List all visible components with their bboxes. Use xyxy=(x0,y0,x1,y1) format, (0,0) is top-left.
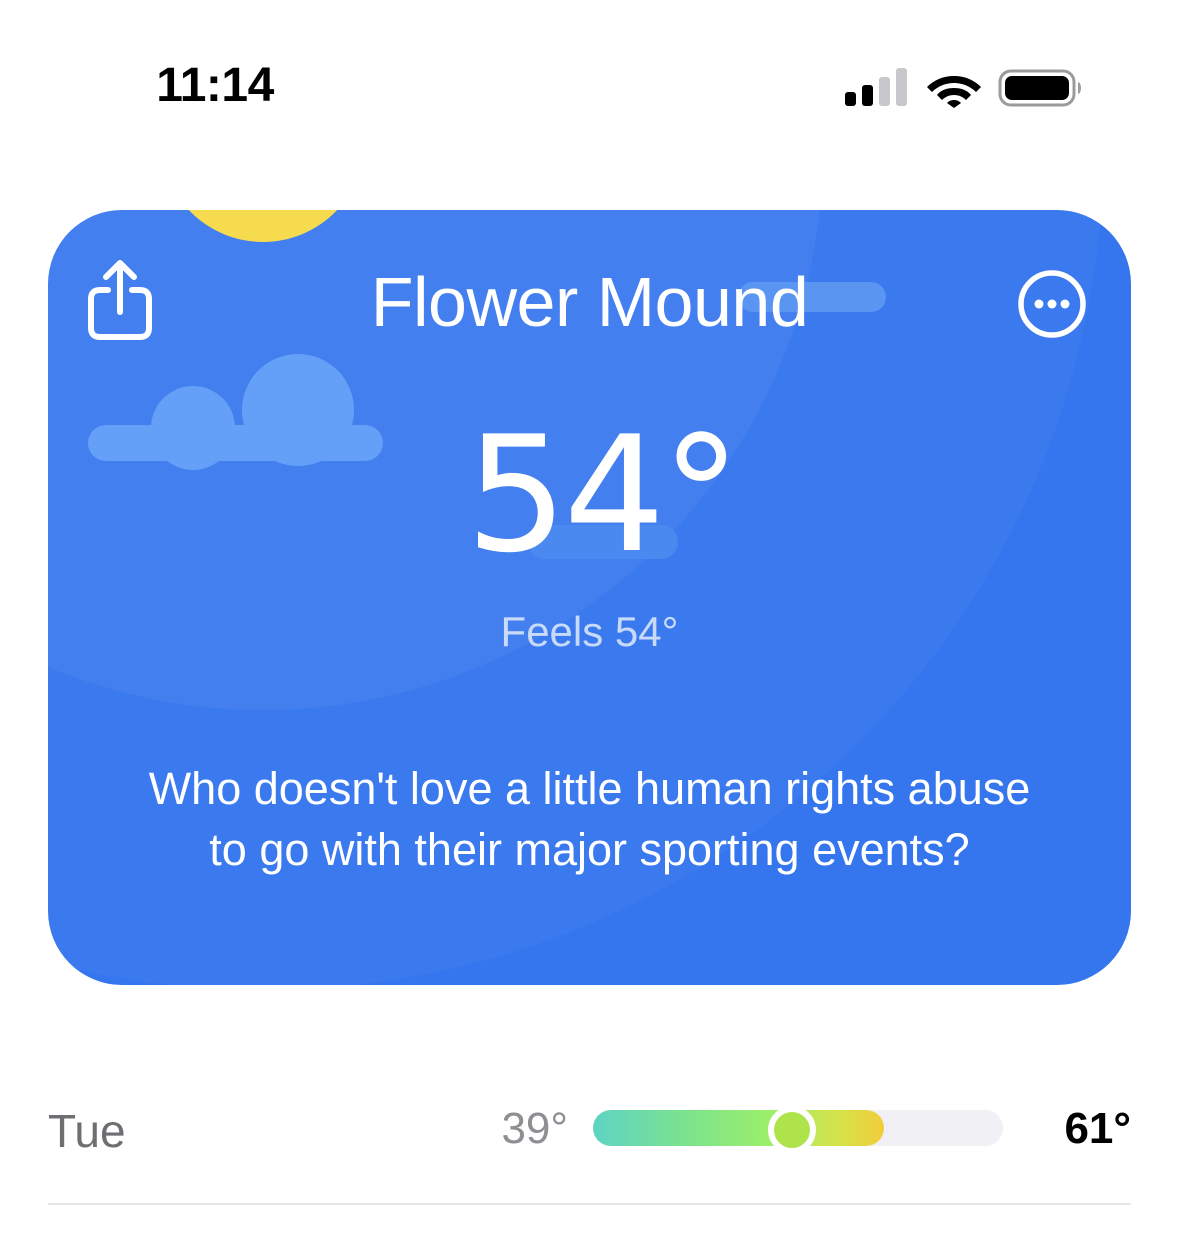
feels-like-temperature: Feels 54° xyxy=(500,608,679,655)
forecast-day: Tue xyxy=(48,1105,126,1157)
weather-message: Who doesn't love a little human rights a… xyxy=(148,763,1031,875)
forecast-divider xyxy=(48,1203,1131,1205)
city-name: Flower Mound xyxy=(370,263,809,341)
status-time: 11:14 xyxy=(156,59,274,112)
battery-icon xyxy=(998,69,1081,107)
current-temp-marker xyxy=(767,1106,816,1154)
forecast-high-temp: 61° xyxy=(1064,1104,1131,1153)
status-bar: 11:14 xyxy=(0,0,1179,150)
temperature-range-fill xyxy=(593,1110,885,1146)
more-options-button[interactable] xyxy=(1016,268,1088,340)
wifi-icon xyxy=(927,76,981,108)
forecast-row[interactable]: Tue 39° 61° xyxy=(48,1080,1131,1180)
cellular-signal-icon xyxy=(845,68,907,106)
temperature-range-bar xyxy=(593,1106,1003,1154)
forecast-low-temp: 39° xyxy=(501,1104,568,1153)
weather-card: Flower Mound 54° Feels 54° Who doesn't l… xyxy=(48,210,1131,985)
current-temperature: 54° xyxy=(465,401,742,588)
